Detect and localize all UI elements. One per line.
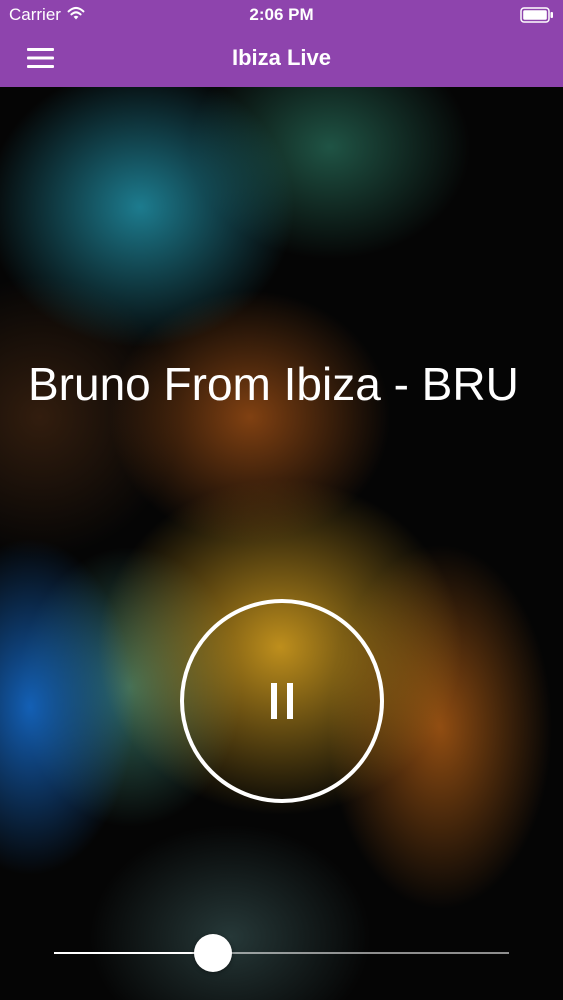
pause-icon (271, 683, 293, 719)
play-pause-button[interactable] (180, 599, 384, 803)
volume-slider-thumb[interactable] (194, 934, 233, 972)
page-title: Ibiza Live (231, 45, 332, 70)
battery-icon (520, 7, 553, 23)
volume-slider[interactable] (54, 933, 509, 973)
screen: Carrier 2:06 PM Ibiza Live Bruno From Ib… (0, 0, 563, 1000)
volume-slider-fill (54, 952, 214, 954)
blurred-artwork-background: Bruno From Ibiza - BRU (0, 87, 563, 1000)
status-time: 2:06 PM (249, 5, 314, 24)
navigation-bar: Ibiza Live (0, 30, 563, 87)
status-bar: Carrier 2:06 PM (0, 0, 563, 30)
now-playing-title: Bruno From Ibiza - BRU (28, 358, 519, 410)
top-bar: Carrier 2:06 PM Ibiza Live (0, 0, 563, 87)
